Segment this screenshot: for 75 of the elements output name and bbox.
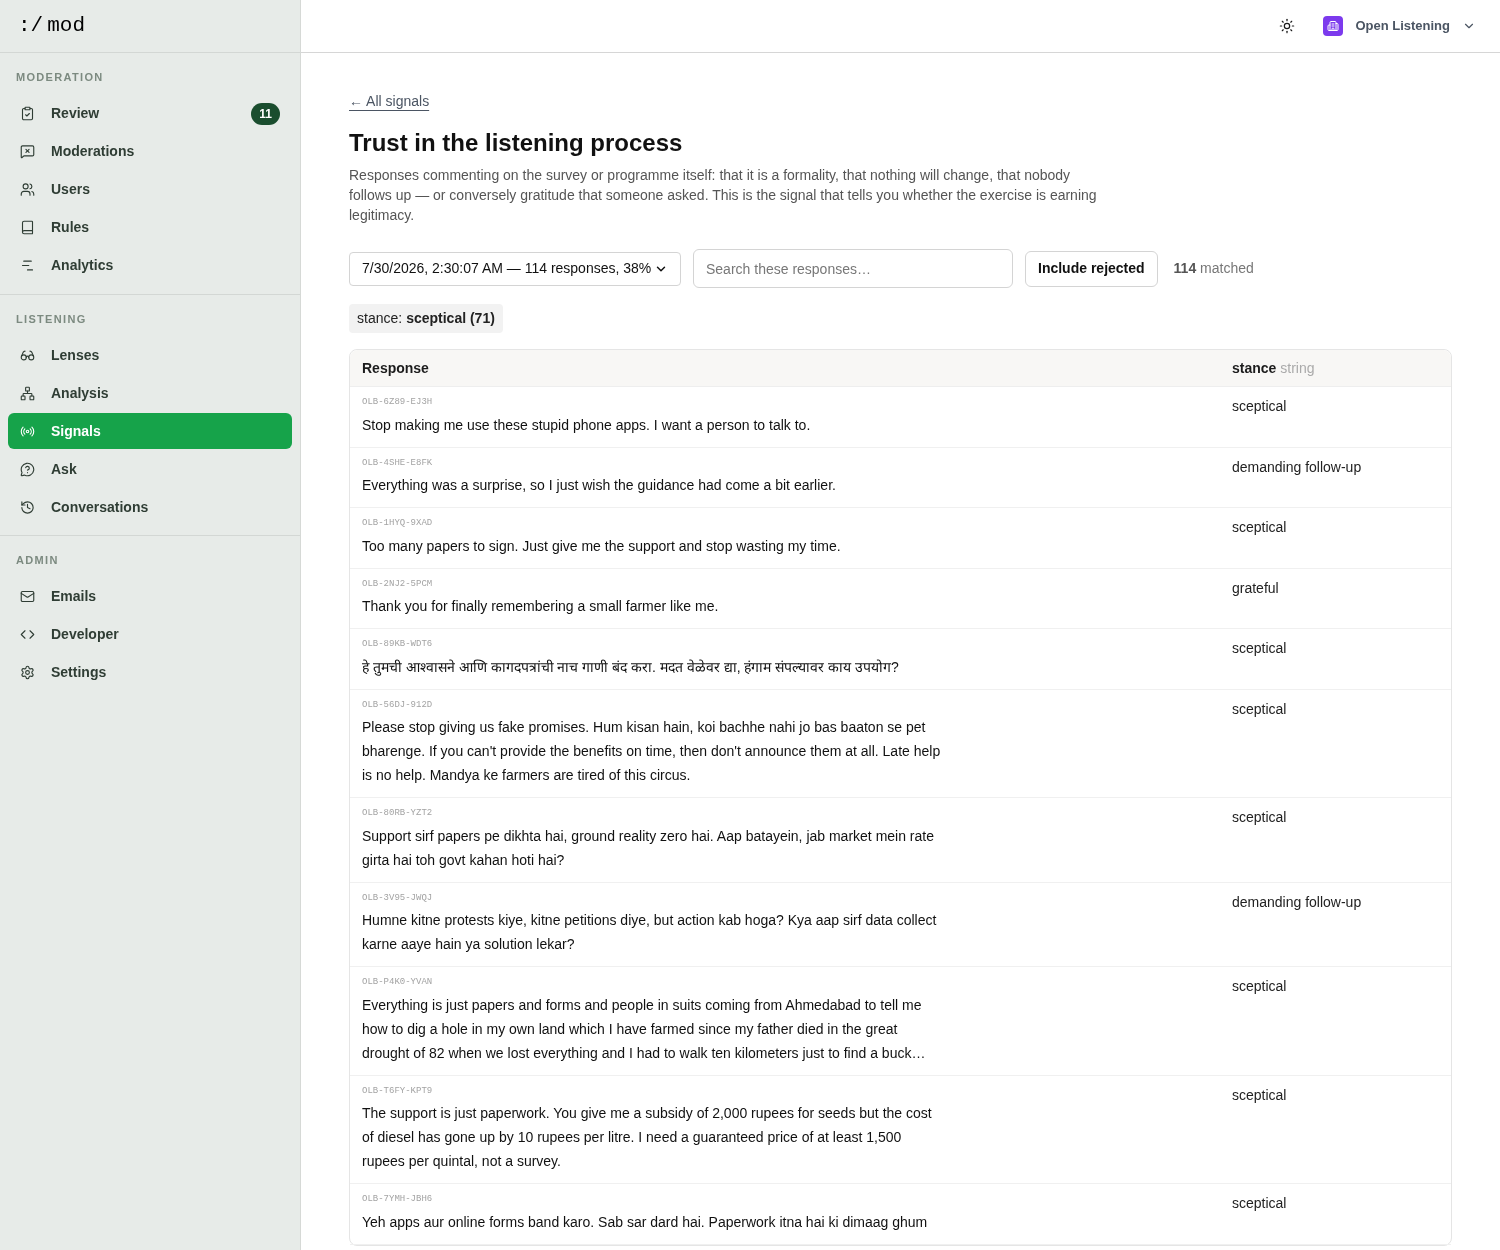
- response-id: OLB-56DJ-912D: [362, 698, 433, 712]
- stance-value: sceptical: [1232, 1085, 1288, 1105]
- workspace-switcher[interactable]: Open Listening: [1323, 16, 1476, 36]
- filter-chip[interactable]: stance: sceptical (71): [349, 304, 503, 333]
- run-select[interactable]: 7/30/2026, 2:30:07 AM — 114 responses, 38%: [349, 251, 681, 286]
- stance-value: sceptical: [1232, 639, 1288, 658]
- stance-value: sceptical: [1232, 699, 1288, 719]
- response-id: OLB-89KB-WDT6: [362, 638, 433, 651]
- response-text: Humne kitne protests kiye, kitne petitions diye, but action kab hoga? Kya aap sirf data collect karne aaye hain ya solution lekar?: [362, 911, 938, 954]
- nav-item[interactable]: Conversations: [8, 489, 292, 525]
- nav-item[interactable]: Review 11: [8, 95, 292, 132]
- section-heading: MODERATION: [15, 70, 105, 85]
- response-id: OLB-T6FY-KPT9: [362, 1084, 433, 1098]
- stance-value: grateful: [1232, 578, 1280, 598]
- response-text: The support is just paperwork. You give me a subsidy of 2,000 rupees for seeds but the cost of diesel has gone up by 10 rupees per litre. I need a guaranteed price of at least 1,500 rupees per quintal, not a survey.: [362, 1104, 933, 1171]
- nav-item[interactable]: Analytics: [8, 247, 292, 284]
- stance-value: sceptical: [1232, 808, 1288, 827]
- nav-item[interactable]: Users: [8, 171, 292, 208]
- stance-value: sceptical: [1232, 397, 1288, 416]
- response-text: Please stop giving us fake promises. Hum kisan hain, koi bachhe nahi jo bas baaton se pet bharenge. If you can't provide the benefits on time, then don't announce them at all. Late help is no help. Mandya ke farmers are tired of this circus.: [362, 718, 942, 785]
- response-text: हे तुमची आश्वासने आणि कागदपत्रांची नाच गाणी बंद करा. मदत वेळेवर द्या, हंगाम संपल्यावर काय उपयोग?: [362, 657, 900, 678]
- brand-logo: :/: [18, 13, 44, 40]
- response-text: Everything is just papers and forms and people in suits coming from Ahmedabad to tell me how to dig a hole in my own land which I have farmed since my father died in the great drought of 82 when we lost everything and I had to walk ten kilometers just to find a buck…: [362, 995, 927, 1063]
- response-id: OLB-1HYQ-9XAD: [362, 517, 433, 530]
- response-text: Too many papers to sign. Just give me the support and stop wasting my time.: [362, 536, 842, 556]
- nav-item[interactable]: Rules: [8, 209, 292, 246]
- response-text: Stop making me use these stupid phone apps. I want a person to talk to.: [362, 415, 812, 435]
- search-field[interactable]: Search these responses…: [693, 249, 1013, 288]
- page-description: Responses commenting on the survey or programme itself: that it is a formality, that nothing will change, that nobody follows up — or conversely gratitude that someone asked. This is the signal that tells you whether the exercise is earning legitimacy.: [349, 166, 1098, 225]
- count-badge: 11: [251, 102, 280, 125]
- nav-item[interactable]: Developer: [8, 616, 292, 653]
- stance-value: sceptical: [1232, 1194, 1288, 1213]
- stance-value: sceptical: [1232, 518, 1288, 537]
- response-id: OLB-3V95-JWQJ: [362, 891, 433, 905]
- nav-item[interactable]: Analysis: [8, 375, 292, 411]
- back-link[interactable]: ← All signals: [349, 93, 430, 109]
- network-icon: [20, 385, 35, 401]
- response-text: Yeh apps aur online forms band karo. Sab sar dard hai. Paperwork itna hai ki dimaag ghum: [362, 1212, 929, 1232]
- column-header: stance string: [1232, 358, 1316, 378]
- response-id: OLB-2NJ2-5PCM: [362, 577, 433, 591]
- matched-count: 114 matched: [1173, 259, 1254, 278]
- settings-icon: [20, 665, 35, 680]
- stance-value: demanding follow-up: [1232, 892, 1363, 912]
- nav-item[interactable]: Settings: [8, 654, 292, 691]
- response-id: OLB-4SHE-E8FK: [362, 456, 433, 470]
- users-icon: [20, 182, 35, 197]
- theme-toggle-icon[interactable]: [1279, 18, 1296, 34]
- nav-item[interactable]: Ask: [8, 451, 292, 487]
- response-id: OLB-P4K0-YVAN: [362, 976, 433, 989]
- include-rejected-button[interactable]: Include rejected: [1025, 250, 1158, 287]
- stance-value: demanding follow-up: [1232, 457, 1363, 477]
- page-title: Trust in the listening process: [349, 128, 684, 158]
- nav-item[interactable]: Moderations: [8, 133, 292, 170]
- stance-value: sceptical: [1232, 977, 1288, 996]
- response-text: Everything was a surprise, so I just wish the guidance had come a bit earlier.: [362, 476, 837, 495]
- code-icon: [20, 627, 35, 642]
- section-heading: LISTENING: [15, 311, 88, 327]
- message-x-icon: [20, 144, 35, 159]
- response-id: OLB-7YMH-JBH6: [362, 1193, 433, 1206]
- section-heading: ADMIN: [15, 553, 60, 568]
- clipboard-check-icon: [20, 106, 35, 121]
- nav-item[interactable]: Lenses: [8, 337, 292, 373]
- response-text: Support sirf papers pe dikhta hai, ground reality zero hai. Aap batayein, jab market mein rate girta hai toh govt kahan hoti hai?: [362, 826, 935, 870]
- question-bubble-icon: [20, 461, 35, 477]
- bar-chart-icon: [20, 258, 35, 273]
- nav-item[interactable]: Emails: [8, 578, 292, 615]
- brand-name: mod: [47, 13, 86, 40]
- response-id: OLB-80RB-YZT2: [362, 807, 433, 820]
- book-icon: [20, 220, 35, 235]
- mail-icon: [20, 589, 35, 604]
- response-text: Thank you for finally remembering a small farmer like me.: [362, 597, 720, 616]
- response-id: OLB-6Z89-EJ3H: [362, 396, 433, 409]
- building-icon: [1323, 16, 1344, 36]
- history-icon: [20, 499, 35, 515]
- column-header: Response: [362, 358, 430, 378]
